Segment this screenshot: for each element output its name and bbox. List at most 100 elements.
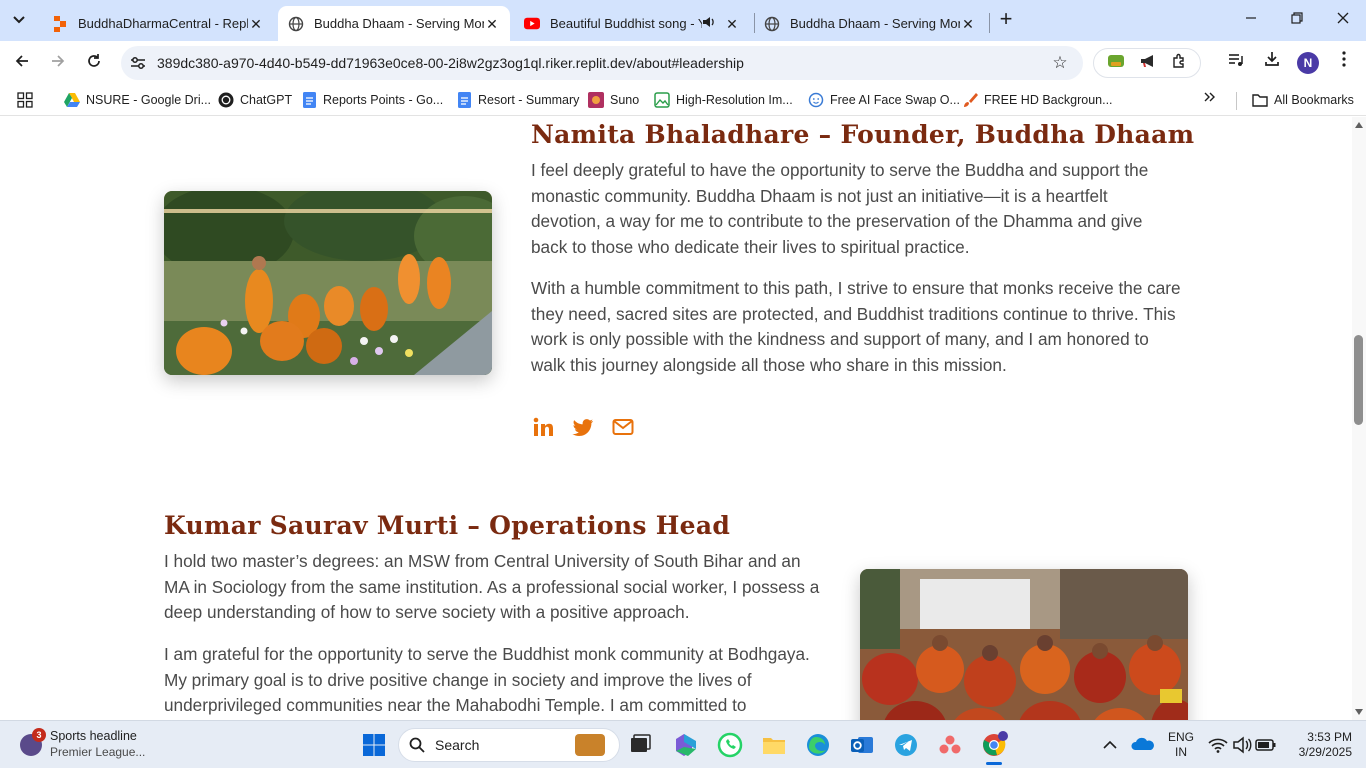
download-icon[interactable]	[1260, 51, 1284, 75]
chrome-icon[interactable]	[980, 731, 1008, 765]
notification-badge: 3	[32, 728, 46, 742]
founder-paragraph-1: I feel deeply grateful to have the oppor…	[531, 160, 1149, 257]
news-title: Sports headline	[50, 729, 137, 743]
onedrive-icon[interactable]	[1130, 731, 1156, 759]
megaphone-icon[interactable]	[1139, 53, 1157, 73]
email-icon[interactable]	[611, 415, 635, 439]
new-tab-button[interactable]: +	[994, 8, 1018, 32]
language-code: ENG	[1167, 730, 1194, 744]
extension-icon-green[interactable]	[1107, 53, 1125, 73]
taskbar-search[interactable]: Search	[398, 728, 620, 762]
tab-strip: BuddhaDharmaCentral - Replit ✕ Buddha Dh…	[0, 0, 1366, 41]
page-scrollbar[interactable]	[1352, 117, 1366, 720]
bookmark-resort-summary[interactable]: Resort - Summary	[456, 90, 579, 110]
edge-icon[interactable]	[804, 731, 832, 759]
twitter-icon[interactable]	[571, 415, 595, 439]
address-bar[interactable]: 389dc380-a970-4d40-b549-dd71963e0ce8-00-…	[121, 46, 1083, 80]
founder-paragraph-2: With a humble commitment to this path, I…	[531, 278, 1181, 375]
bookmarks-overflow-button[interactable]	[1203, 90, 1215, 107]
windows-taskbar: 3 Sports headline Premier League... Sear…	[0, 720, 1366, 768]
more-menu-icon[interactable]	[1332, 51, 1356, 75]
windows-start-icon[interactable]	[360, 731, 388, 759]
operations-paragraph-1: I hold two master’s degrees: an MSW from…	[164, 551, 820, 623]
restore-button[interactable]	[1274, 8, 1320, 32]
bookmark-suno[interactable]: Suno	[588, 90, 639, 110]
folder-icon	[1252, 92, 1268, 108]
bookmark-label: NSURE - Google Dri...	[86, 93, 212, 107]
globe-icon	[288, 16, 304, 32]
chatgpt-icon	[218, 92, 234, 108]
close-window-button[interactable]	[1320, 8, 1366, 32]
tab-buddha-dhaam-active[interactable]: Buddha Dhaam - Serving Monk ✕	[278, 6, 510, 41]
bookmarks-bar: NSURE - Google Dri... ChatGPT Reports Po…	[0, 85, 1366, 116]
bookmark-label: Free AI Face Swap O...	[830, 93, 960, 107]
wifi-icon[interactable]	[1206, 731, 1230, 759]
back-button[interactable]	[10, 51, 34, 75]
bookmark-star-icon[interactable]: ☆	[1049, 53, 1071, 73]
m365-icon[interactable]	[672, 731, 700, 759]
outlook-icon[interactable]	[848, 731, 876, 759]
scrollbar-thumb[interactable]	[1354, 335, 1363, 425]
restore-icon	[1291, 12, 1303, 24]
reload-icon	[88, 54, 100, 67]
bookmark-nsure[interactable]: NSURE - Google Dri...	[64, 90, 211, 110]
volume-icon[interactable]	[1230, 731, 1254, 759]
minimize-button[interactable]	[1228, 8, 1274, 32]
bookmark-label: Resort - Summary	[478, 93, 580, 107]
close-icon[interactable]: ✕	[724, 16, 740, 32]
input-language-indicator[interactable]: ENG IN	[1166, 730, 1196, 760]
clock-time: 3:53 PM	[1307, 730, 1352, 744]
bookmark-reports-points[interactable]: Reports Points - Go...	[301, 90, 443, 110]
tab-youtube[interactable]: Beautiful Buddhist song - Yo ✕	[514, 6, 750, 41]
bookmark-face-swap[interactable]: Free AI Face Swap O...	[808, 90, 960, 110]
scroll-down-arrow-icon[interactable]	[1355, 709, 1363, 715]
extensions-puzzle-icon[interactable]	[1171, 53, 1187, 73]
globe-icon	[764, 16, 780, 32]
bookmarks-divider	[1236, 92, 1237, 110]
tab-search-button[interactable]	[6, 8, 32, 32]
bookmark-label: High-Resolution Im...	[676, 93, 793, 107]
operations-paragraph-2: I am grateful for the opportunity to ser…	[164, 644, 810, 716]
tab-title: Buddha Dhaam - Serving Monk	[314, 16, 484, 31]
site-info-icon[interactable]	[129, 54, 147, 72]
battery-icon[interactable]	[1254, 731, 1278, 759]
news-widget[interactable]: 3 Sports headline Premier League...	[18, 728, 158, 762]
telegram-icon[interactable]	[892, 731, 920, 759]
system-clock[interactable]: 3:53 PM 3/29/2025	[1284, 730, 1352, 760]
tab-title: Buddha Dhaam - Serving Monk	[790, 16, 960, 31]
profile-avatar[interactable]: N	[1297, 52, 1319, 74]
close-icon[interactable]: ✕	[248, 16, 264, 32]
whatsapp-icon[interactable]	[716, 731, 744, 759]
scroll-up-arrow-icon[interactable]	[1355, 122, 1363, 128]
show-hidden-icons-button[interactable]	[1098, 731, 1122, 759]
brush-icon	[962, 92, 978, 108]
operations-head-heading: Kumar Saurav Murti – Operations Head	[164, 511, 731, 540]
browser-toolbar: 389dc380-a970-4d40-b549-dd71963e0ce8-00-…	[0, 41, 1366, 85]
bookmark-label: Reports Points - Go...	[323, 93, 444, 107]
tab-buddha-dhaam-2[interactable]: Buddha Dhaam - Serving Monk ✕	[754, 6, 986, 41]
search-highlight-icon	[575, 734, 605, 756]
asana-icon[interactable]	[936, 731, 964, 759]
all-bookmarks-button[interactable]: All Bookmarks	[1252, 90, 1354, 110]
bookmark-high-resolution[interactable]: High-Resolution Im...	[654, 90, 793, 110]
bookmark-free-hd-background[interactable]: FREE HD Backgroun...	[962, 90, 1113, 110]
task-view-icon[interactable]	[626, 731, 654, 759]
suno-icon	[588, 92, 604, 108]
file-explorer-icon[interactable]	[760, 731, 788, 759]
url-text[interactable]: 389dc380-a970-4d40-b549-dd71963e0ce8-00-…	[157, 55, 1049, 71]
linkedin-icon[interactable]	[531, 415, 555, 439]
reload-button[interactable]	[82, 51, 106, 75]
tab-title: BuddhaDharmaCentral - Replit	[78, 16, 248, 31]
chevron-down-icon	[13, 16, 25, 24]
operations-monks-photo	[860, 569, 1188, 720]
double-chevron-right-icon	[1204, 92, 1215, 102]
bookmark-chatgpt[interactable]: ChatGPT	[218, 90, 292, 110]
apps-grid-icon[interactable]	[17, 92, 33, 108]
close-icon[interactable]: ✕	[960, 16, 976, 32]
active-app-indicator	[986, 762, 1002, 765]
tab-replit[interactable]: BuddhaDharmaCentral - Replit ✕	[42, 6, 274, 41]
forward-button[interactable]	[46, 51, 70, 75]
speaker-icon[interactable]	[702, 16, 716, 31]
media-control-icon[interactable]	[1224, 51, 1248, 75]
close-icon[interactable]: ✕	[484, 16, 500, 32]
